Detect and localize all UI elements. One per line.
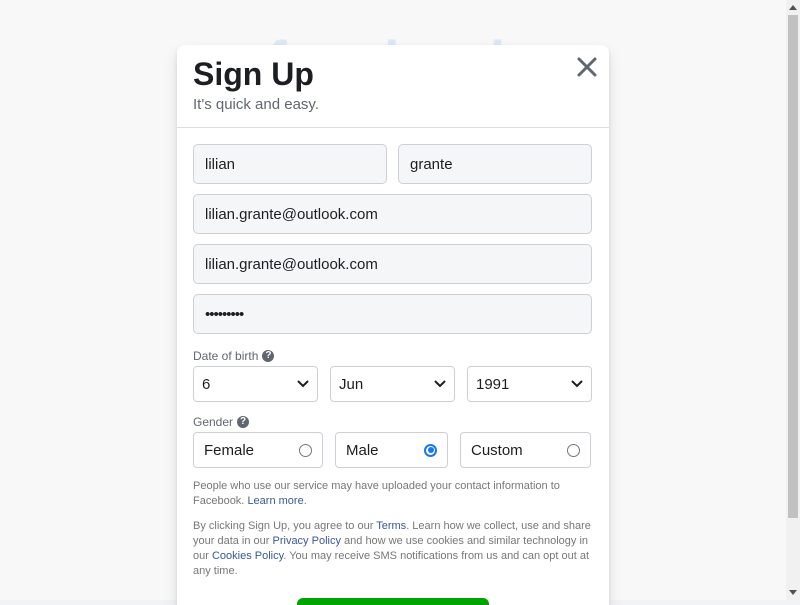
password-input[interactable]	[193, 294, 592, 334]
scroll-down-arrow-icon[interactable]	[789, 590, 797, 595]
close-icon	[577, 57, 597, 77]
radio-male[interactable]	[424, 443, 437, 457]
help-icon[interactable]: ?	[262, 350, 275, 362]
dob-label-text: Date of birth	[193, 349, 259, 363]
scrollbar-thumb[interactable]	[788, 15, 798, 518]
modal-title: Sign Up	[193, 56, 314, 92]
dob-label: Date of birth ?	[193, 349, 275, 363]
gender-option-male[interactable]: Male	[335, 432, 448, 468]
close-button[interactable]	[575, 55, 599, 79]
dob-year-select[interactable]: 1991	[467, 366, 592, 402]
gender-option-label: Male	[346, 441, 379, 459]
modal-header: Sign Up It's quick and easy.	[177, 45, 609, 128]
modal-subtitle: It's quick and easy.	[193, 96, 319, 113]
gender-option-custom[interactable]: Custom	[460, 432, 591, 468]
dob-day-select[interactable]: 6	[193, 366, 318, 402]
radio-female[interactable]	[299, 443, 312, 457]
gender-option-label: Custom	[471, 441, 523, 459]
dob-day-value: 6	[202, 375, 211, 393]
chevron-down-icon	[571, 380, 583, 388]
help-icon[interactable]: ?	[237, 416, 250, 428]
signup-modal: Sign Up It's quick and easy. Date of bir…	[177, 45, 609, 605]
dob-month-select[interactable]: Jun	[330, 366, 455, 402]
gender-option-female[interactable]: Female	[193, 432, 323, 468]
chevron-down-icon	[297, 380, 309, 388]
terms-link[interactable]: Terms	[376, 520, 406, 532]
gender-label: Gender ?	[193, 415, 250, 429]
contact-notice: People who use our service may have uplo…	[193, 480, 560, 507]
learn-more-link[interactable]: Learn more	[247, 495, 303, 507]
cookies-policy-link[interactable]: Cookies Policy	[212, 550, 283, 562]
dob-month-value: Jun	[339, 375, 364, 393]
gender-label-text: Gender	[193, 415, 234, 429]
email-confirm-input[interactable]	[193, 244, 592, 284]
signup-button[interactable]	[297, 598, 489, 605]
scroll-up-arrow-icon[interactable]	[789, 5, 797, 10]
first-name-input[interactable]	[193, 144, 387, 184]
chevron-down-icon	[434, 380, 446, 388]
privacy-policy-link[interactable]: Privacy Policy	[273, 535, 341, 547]
radio-custom[interactable]	[567, 443, 580, 457]
last-name-input[interactable]	[398, 144, 592, 184]
vertical-scrollbar[interactable]	[786, 0, 800, 600]
terms-text-1: By clicking Sign Up, you agree to our	[193, 520, 374, 532]
email-input[interactable]	[193, 194, 592, 234]
gender-option-label: Female	[204, 441, 255, 459]
dob-year-value: 1991	[476, 375, 510, 393]
terms-notice: By clicking Sign Up, you agree to our Te…	[193, 519, 593, 579]
